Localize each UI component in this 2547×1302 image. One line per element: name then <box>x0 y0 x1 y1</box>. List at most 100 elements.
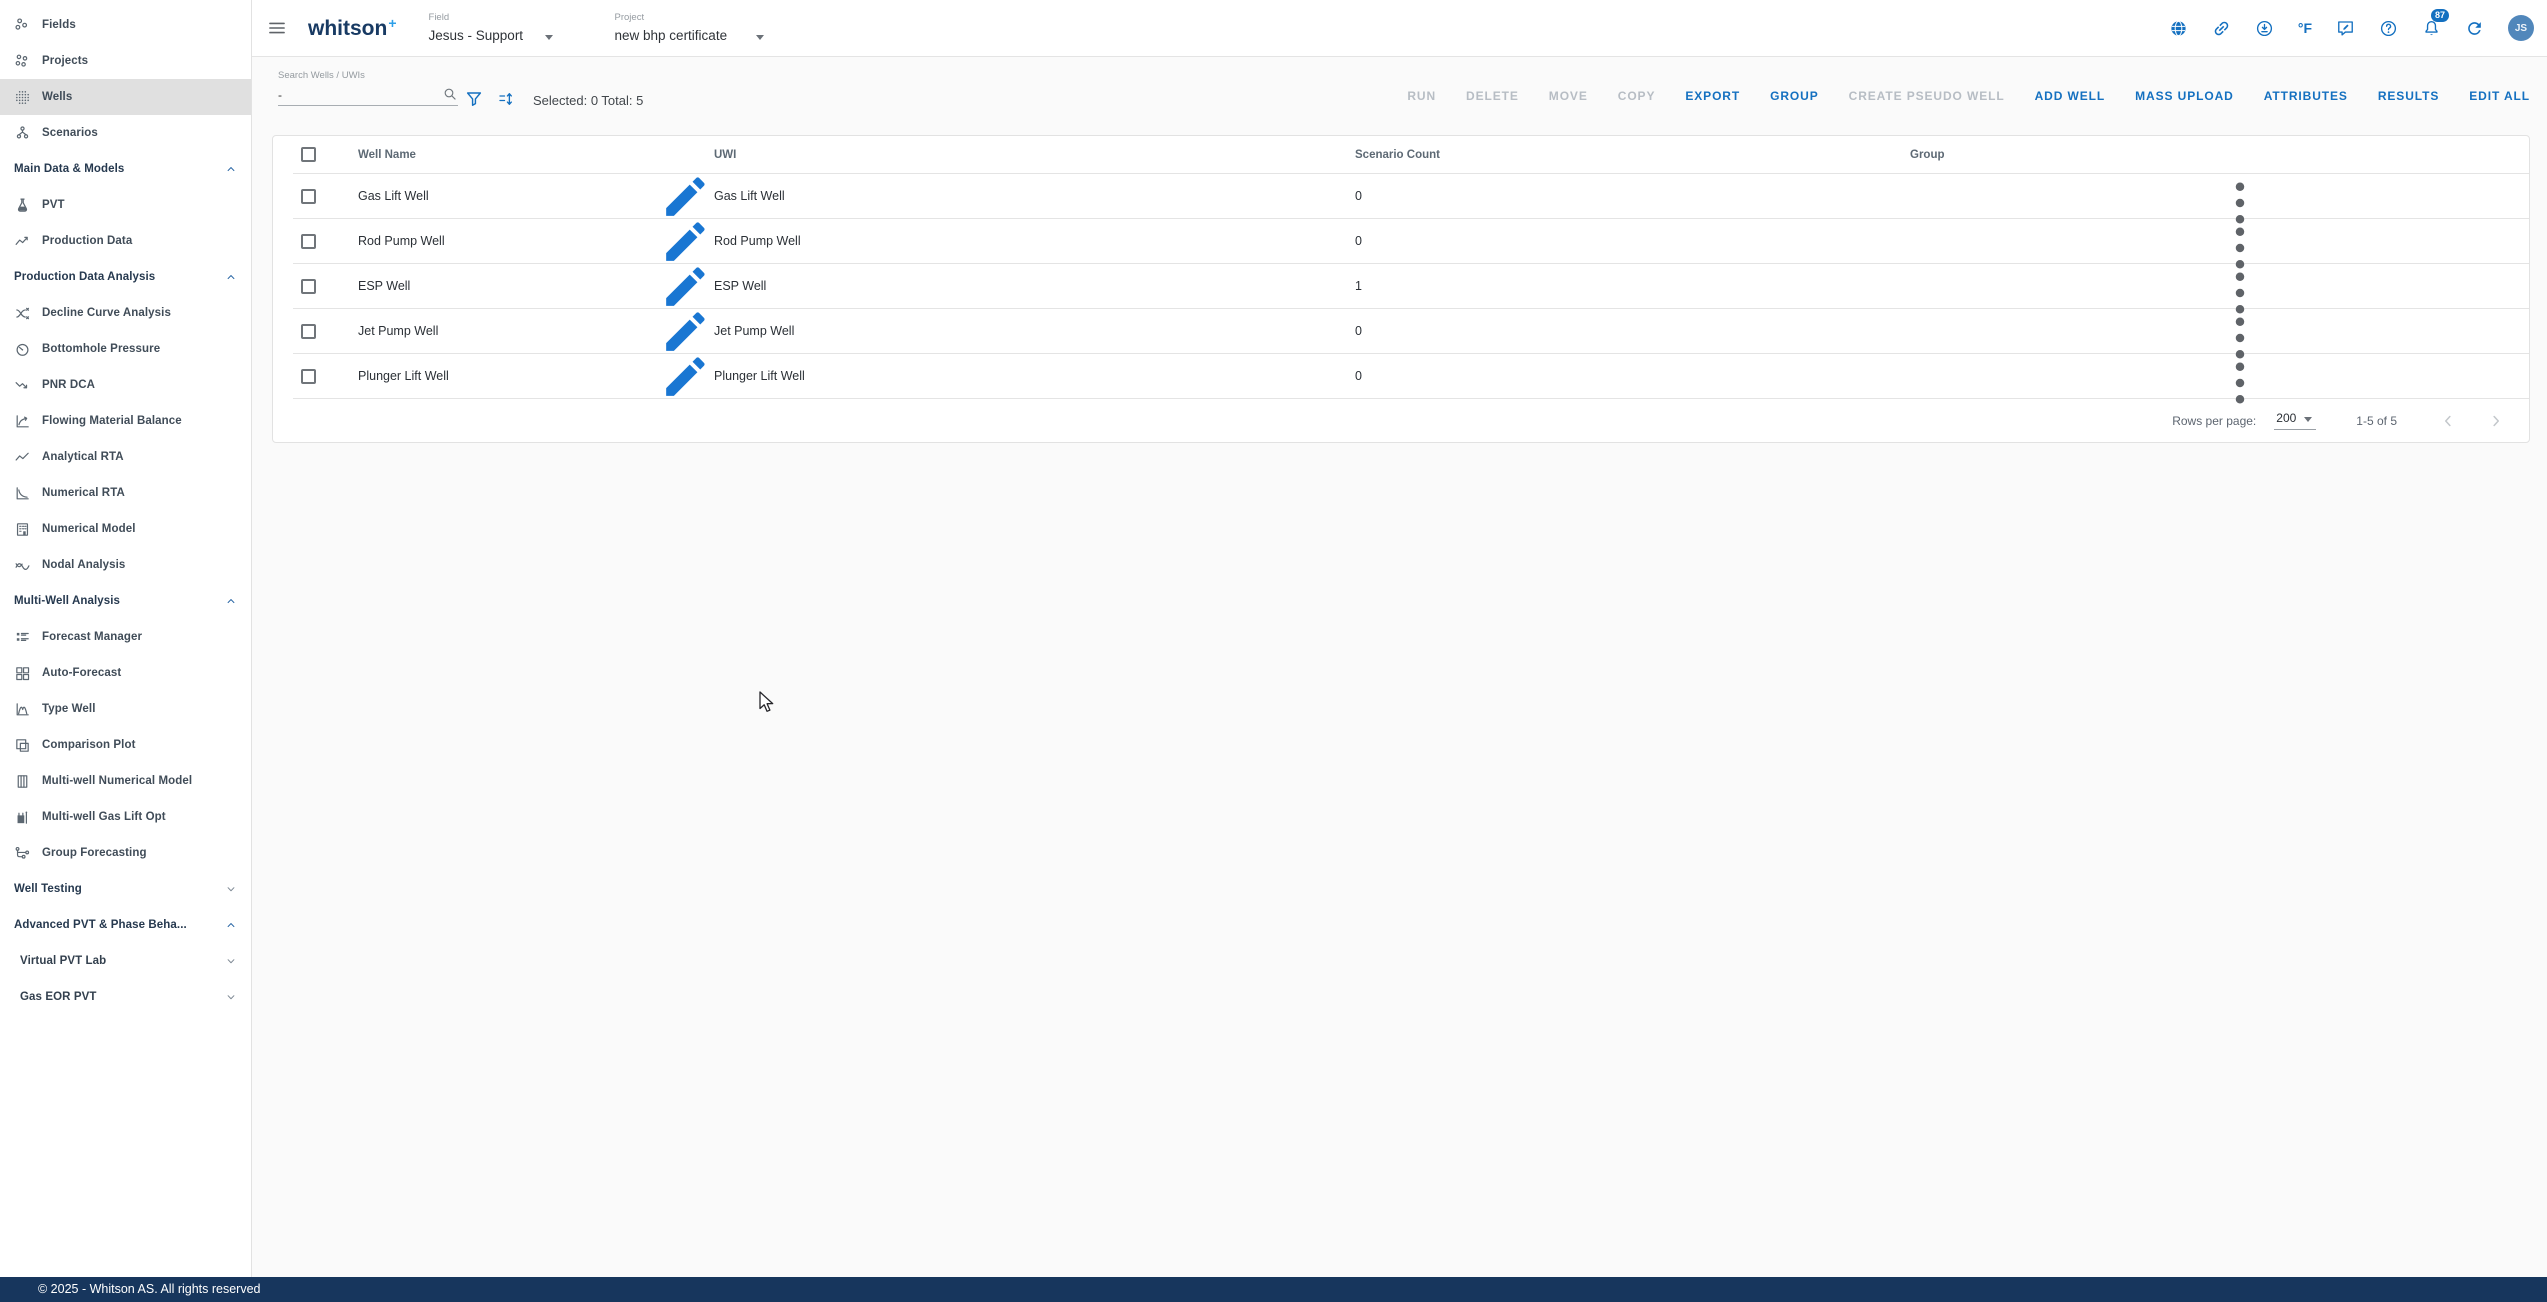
sidebar-item-label: Fields <box>42 19 76 31</box>
field-select[interactable]: Field Jesus - Support <box>429 12 559 45</box>
row-checkbox[interactable] <box>301 324 316 339</box>
next-page-button[interactable] <box>2487 412 2505 430</box>
sidebar-item-comparison-plot[interactable]: Comparison Plot <box>0 727 251 763</box>
sort-icon[interactable] <box>497 90 515 108</box>
menu-icon[interactable] <box>267 18 287 38</box>
pagination-range: 1-5 of 5 <box>2356 414 2397 428</box>
sidebar-section-well-testing[interactable]: Well Testing <box>0 871 251 907</box>
row-checkbox[interactable] <box>301 369 316 384</box>
sidebar-item-wells[interactable]: Wells <box>0 79 251 115</box>
column-header-scenario-count[interactable]: Scenario Count <box>1355 149 1910 161</box>
row-checkbox[interactable] <box>301 189 316 204</box>
row-checkbox[interactable] <box>301 279 316 294</box>
scenario-count: 0 <box>1355 189 1910 203</box>
sidebar-item-label: Auto-Forecast <box>42 667 121 679</box>
column-header-uwi[interactable]: UWI <box>714 149 1355 161</box>
sidebar-item-type-well[interactable]: Type Well <box>0 691 251 727</box>
sidebar-section-label: Production Data Analysis <box>14 271 155 283</box>
create-pseudo-well-button[interactable]: CREATE PSEUDO WELL <box>1849 85 2005 107</box>
sidebar-item-label: Numerical RTA <box>42 487 125 499</box>
project-value: new bhp certificate <box>615 28 728 43</box>
sidebar: Fields Projects Wells Scenarios Main Dat… <box>0 0 252 1277</box>
sidebar-section-advanced-pvt-phase-beha[interactable]: Advanced PVT & Phase Beha... <box>0 907 251 943</box>
previous-page-button[interactable] <box>2439 412 2457 430</box>
nodal-icon <box>14 557 31 574</box>
run-button[interactable]: RUN <box>1407 85 1436 107</box>
feedback-icon[interactable] <box>2336 19 2355 38</box>
sidebar-item-label: Production Data <box>42 235 132 247</box>
sidebar-section-main-data-models[interactable]: Main Data & Models <box>0 151 251 187</box>
attributes-button[interactable]: ATTRIBUTES <box>2264 85 2348 107</box>
move-button[interactable]: MOVE <box>1549 85 1588 107</box>
sidebar-item-scenarios[interactable]: Scenarios <box>0 115 251 151</box>
export-button[interactable]: EXPORT <box>1685 85 1740 107</box>
projects-icon <box>14 53 31 70</box>
fields-icon <box>14 17 31 34</box>
table-row: Rod Pump Well Rod Pump Well 0 <box>293 218 2529 263</box>
well-name: Plunger Lift Well <box>358 369 658 383</box>
scenario-count: 0 <box>1355 234 1910 248</box>
add-well-button[interactable]: ADD WELL <box>2035 85 2106 107</box>
copy-button[interactable]: COPY <box>1618 85 1656 107</box>
refresh-icon[interactable] <box>2465 19 2484 38</box>
chevron-up-icon <box>224 594 238 608</box>
notifications-icon[interactable]: 87 <box>2422 19 2441 38</box>
sidebar-item-pnr-dca[interactable]: PNR DCA <box>0 367 251 403</box>
sidebar-section-label: Virtual PVT Lab <box>20 955 106 967</box>
sidebar-item-nodal-analysis[interactable]: Nodal Analysis <box>0 547 251 583</box>
group-button[interactable]: GROUP <box>1770 85 1819 107</box>
rows-per-page-select[interactable]: 200 <box>2274 411 2316 430</box>
sidebar-item-forecast-manager[interactable]: Forecast Manager <box>0 619 251 655</box>
sidebar-item-analytical-rta[interactable]: Analytical RTA <box>0 439 251 475</box>
sidebar-item-multi-well-gas-lift-opt[interactable]: Multi-well Gas Lift Opt <box>0 799 251 835</box>
group-forecasting-icon <box>14 845 31 862</box>
help-icon[interactable] <box>2379 19 2398 38</box>
sidebar-item-fields[interactable]: Fields <box>0 7 251 43</box>
sidebar-subsection-gas-eor-pvt[interactable]: Gas EOR PVT <box>0 979 251 1015</box>
sidebar-item-production-data[interactable]: Production Data <box>0 223 251 259</box>
numerical-model-icon <box>14 521 31 538</box>
edit-pencil-icon[interactable] <box>658 348 714 404</box>
column-header-group[interactable]: Group <box>1910 149 2210 161</box>
avatar[interactable]: JS <box>2508 15 2534 41</box>
pvt-icon <box>14 197 31 214</box>
column-header-well-name[interactable]: Well Name <box>358 149 658 161</box>
download-icon[interactable] <box>2255 19 2274 38</box>
sidebar-item-flowing-material-balance[interactable]: Flowing Material Balance <box>0 403 251 439</box>
sidebar-item-label: Forecast Manager <box>42 631 142 643</box>
sidebar-item-decline-curve-analysis[interactable]: Decline Curve Analysis <box>0 295 251 331</box>
sidebar-item-multi-well-numerical-model[interactable]: Multi-well Numerical Model <box>0 763 251 799</box>
globe-icon[interactable] <box>2169 19 2188 38</box>
fahrenheit-icon[interactable]: °F <box>2298 19 2312 38</box>
link-icon[interactable] <box>2212 19 2231 38</box>
sidebar-item-projects[interactable]: Projects <box>0 43 251 79</box>
results-button[interactable]: RESULTS <box>2378 85 2439 107</box>
sidebar-item-label: PNR DCA <box>42 379 95 391</box>
sidebar-item-numerical-model[interactable]: Numerical Model <box>0 511 251 547</box>
sidebar-item-numerical-rta[interactable]: Numerical RTA <box>0 475 251 511</box>
chevron-down-icon <box>224 954 238 968</box>
sidebar-item-group-forecasting[interactable]: Group Forecasting <box>0 835 251 871</box>
chevron-down-icon <box>224 990 238 1004</box>
edit-all-button[interactable]: EDIT ALL <box>2469 85 2530 107</box>
sidebar-item-bottomhole-pressure[interactable]: Bottomhole Pressure <box>0 331 251 367</box>
search-input[interactable]: Search Wells / UWIs - <box>278 70 458 106</box>
sidebar-section-label: Multi-Well Analysis <box>14 595 120 607</box>
sidebar-item-label: Scenarios <box>42 127 98 139</box>
project-select[interactable]: Project new bhp certificate <box>615 12 770 45</box>
sidebar-item-auto-forecast[interactable]: Auto-Forecast <box>0 655 251 691</box>
sidebar-section-multi-well-analysis[interactable]: Multi-Well Analysis <box>0 583 251 619</box>
search-label: Search Wells / UWIs <box>278 70 458 81</box>
delete-button[interactable]: DELETE <box>1466 85 1519 107</box>
sidebar-section-production-data-analysis[interactable]: Production Data Analysis <box>0 259 251 295</box>
kebab-menu-icon[interactable] <box>2210 353 2270 413</box>
chevron-up-icon <box>224 270 238 284</box>
filter-icon[interactable] <box>465 90 483 108</box>
row-checkbox[interactable] <box>301 234 316 249</box>
mass-upload-button[interactable]: MASS UPLOAD <box>2135 85 2234 107</box>
sidebar-subsection-virtual-pvt-lab[interactable]: Virtual PVT Lab <box>0 943 251 979</box>
app-logo[interactable]: whitson+ <box>308 15 397 41</box>
sidebar-item-pvt[interactable]: PVT <box>0 187 251 223</box>
header-icon-bar: °F 87 JS <box>2169 15 2534 41</box>
select-all-checkbox[interactable] <box>301 147 316 162</box>
